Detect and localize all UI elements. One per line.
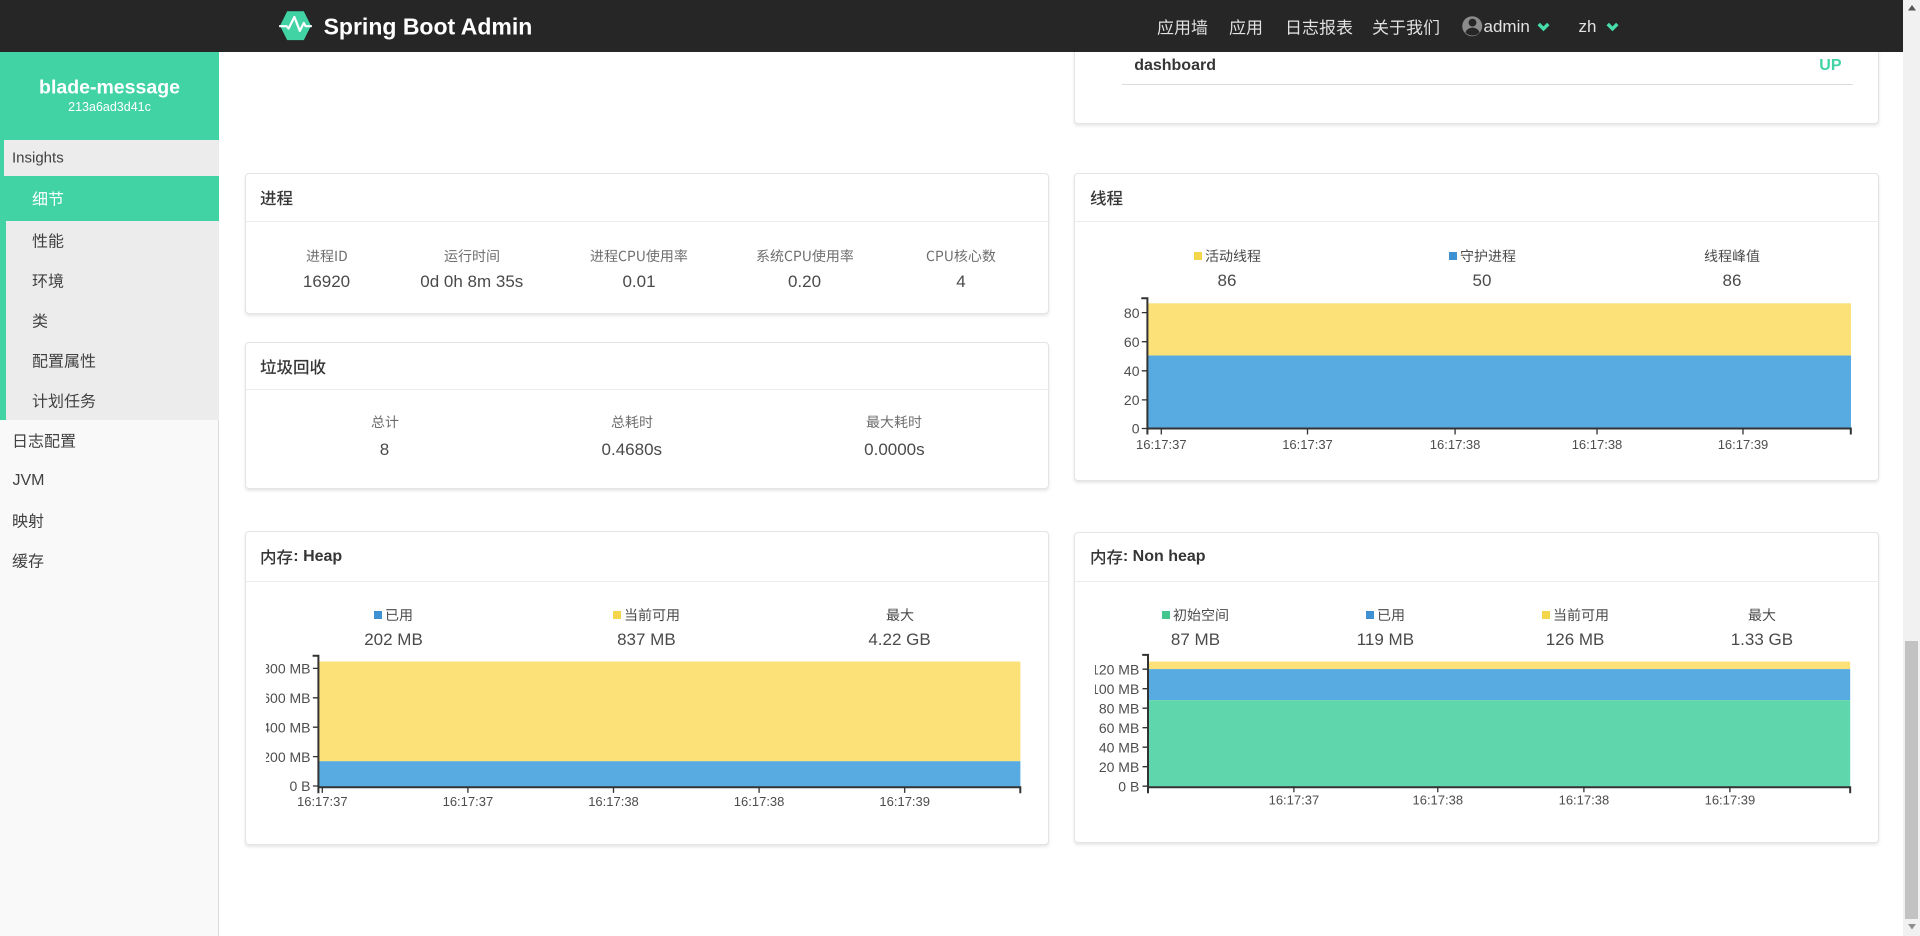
svg-text:100 MB: 100 MB bbox=[1095, 681, 1139, 697]
svg-text:80: 80 bbox=[1124, 305, 1140, 321]
svg-text:16:17:37: 16:17:37 bbox=[1282, 437, 1333, 452]
svg-text:16:17:38: 16:17:38 bbox=[588, 794, 639, 809]
svg-text:200 MB: 200 MB bbox=[266, 749, 311, 765]
svg-text:16:17:37: 16:17:37 bbox=[1136, 437, 1187, 452]
svg-text:20 MB: 20 MB bbox=[1098, 759, 1138, 775]
svg-text:0: 0 bbox=[1132, 421, 1140, 437]
svg-text:16:17:38: 16:17:38 bbox=[734, 794, 785, 809]
svg-text:60: 60 bbox=[1124, 334, 1140, 350]
svg-text:0 B: 0 B bbox=[1118, 778, 1139, 794]
svg-text:16:17:39: 16:17:39 bbox=[879, 794, 930, 809]
svg-text:40 MB: 40 MB bbox=[1098, 739, 1138, 755]
svg-text:16:17:39: 16:17:39 bbox=[1718, 437, 1769, 452]
svg-text:16:17:38: 16:17:38 bbox=[1430, 437, 1481, 452]
svg-text:60 MB: 60 MB bbox=[1098, 720, 1138, 736]
svg-text:16:17:39: 16:17:39 bbox=[1704, 792, 1755, 807]
svg-text:16:17:38: 16:17:38 bbox=[1558, 792, 1609, 807]
svg-text:16:17:37: 16:17:37 bbox=[443, 794, 494, 809]
svg-text:800 MB: 800 MB bbox=[266, 661, 311, 677]
svg-text:16:17:37: 16:17:37 bbox=[297, 794, 348, 809]
svg-text:16:17:38: 16:17:38 bbox=[1412, 792, 1463, 807]
svg-text:400 MB: 400 MB bbox=[266, 719, 311, 735]
svg-text:20: 20 bbox=[1124, 392, 1140, 408]
svg-text:16:17:38: 16:17:38 bbox=[1572, 437, 1623, 452]
svg-text:0 B: 0 B bbox=[289, 778, 310, 794]
svg-text:120 MB: 120 MB bbox=[1095, 661, 1139, 677]
svg-text:16:17:37: 16:17:37 bbox=[1268, 792, 1319, 807]
svg-text:80 MB: 80 MB bbox=[1098, 700, 1138, 716]
svg-text:600 MB: 600 MB bbox=[266, 690, 311, 706]
svg-text:40: 40 bbox=[1124, 363, 1140, 379]
